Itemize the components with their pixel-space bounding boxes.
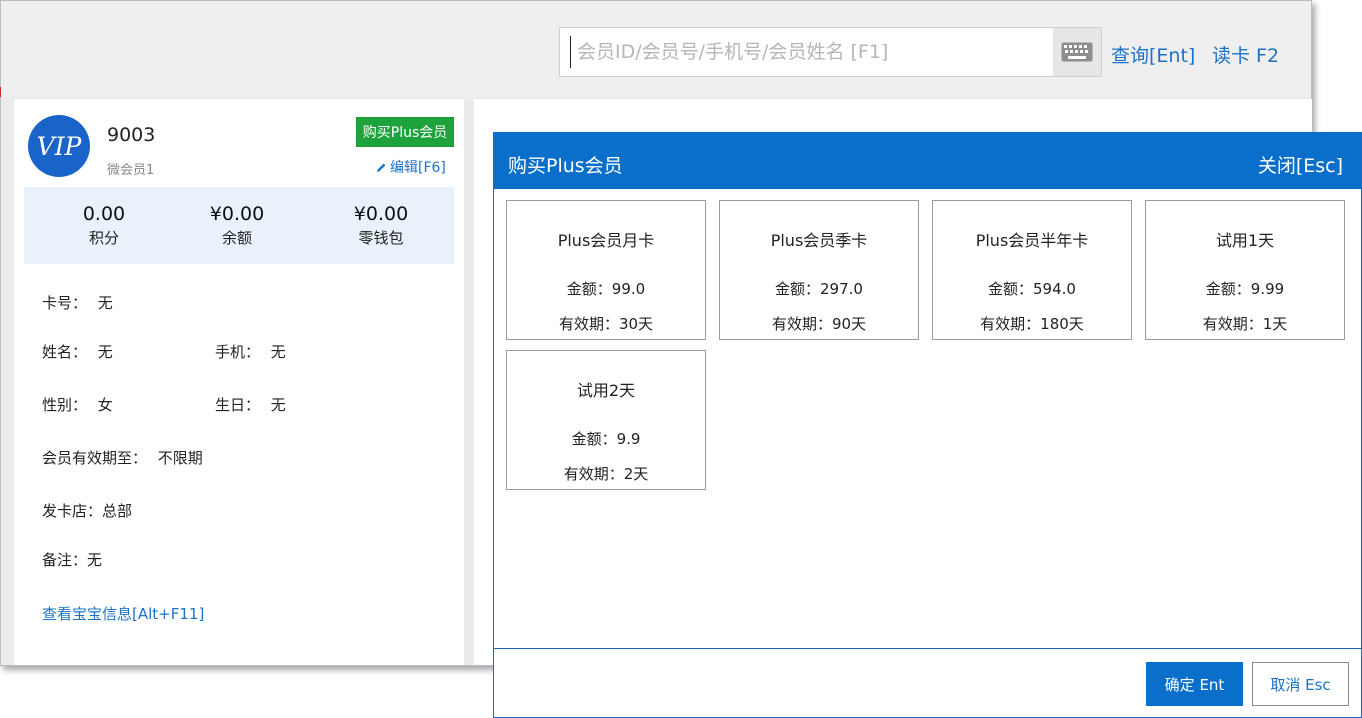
expiry-value: 不限期	[157, 449, 203, 467]
note-label: 备注：	[42, 551, 88, 569]
member-panel: VIP 9003 微会员1 购买Plus会员 编辑[F6] 0.00 积分 ¥0…	[14, 99, 464, 665]
plan-card[interactable]: Plus会员半年卡 金额：594.0 有效期：180天	[932, 200, 1132, 340]
birthday-row: 生日： 无	[215, 394, 286, 415]
modal-close-button[interactable]: 关闭[Esc]	[1258, 151, 1343, 178]
card-no-value: 无	[97, 294, 113, 312]
plan-card[interactable]: Plus会员季卡 金额：297.0 有效期：90天	[719, 200, 919, 340]
plan-validity: 有效期：30天	[558, 315, 654, 333]
plan-amount: 金额：9.9	[571, 430, 641, 448]
plan-card[interactable]: Plus会员月卡 金额：99.0 有效期：30天	[506, 200, 706, 340]
buy-plus-modal: 购买Plus会员 关闭[Esc] Plus会员月卡 金额：99.0 有效期：30…	[493, 132, 1362, 718]
member-id: 9003	[107, 124, 156, 146]
plan-validity: 有效期：180天	[980, 315, 1084, 333]
read-card-button[interactable]: 读卡 F2	[1212, 41, 1279, 68]
plan-card[interactable]: 试用2天 金额：9.9 有效期：2天	[506, 350, 706, 490]
pencil-icon	[377, 163, 386, 172]
plan-name: 试用1天	[1215, 231, 1275, 250]
buy-plus-button[interactable]: 购买Plus会员	[356, 117, 454, 147]
phone-value: 无	[270, 343, 286, 361]
plan-card[interactable]: 试用1天 金额：9.99 有效期：1天	[1145, 200, 1345, 340]
name-row: 姓名： 无	[42, 341, 113, 362]
plan-validity: 有效期：1天	[1202, 315, 1288, 333]
phone-label: 手机：	[215, 343, 261, 361]
search-input[interactable]	[570, 36, 1050, 68]
plan-validity: 有效期：90天	[771, 315, 867, 333]
expiry-row: 会员有效期至： 不限期	[42, 447, 203, 468]
gender-label: 性别：	[42, 396, 88, 414]
store-value: 总部	[102, 502, 133, 520]
birthday-label: 生日：	[215, 396, 261, 414]
stat-label: 零钱包	[358, 229, 404, 247]
name-label: 姓名：	[42, 343, 88, 361]
stat-wallet: ¥0.00 零钱包	[311, 203, 451, 248]
stat-label: 积分	[88, 229, 119, 247]
plan-amount: 金额：297.0	[775, 280, 863, 298]
confirm-button[interactable]: 确定 Ent	[1146, 662, 1243, 706]
stat-balance: ¥0.00 余额	[167, 203, 307, 248]
card-no-label: 卡号：	[42, 294, 88, 312]
name-value: 无	[97, 343, 113, 361]
edit-label: 编辑[F6]	[390, 160, 446, 176]
plan-name: 试用2天	[576, 381, 636, 400]
modal-title: 购买Plus会员	[508, 155, 623, 177]
phone-row: 手机： 无	[215, 341, 286, 362]
edit-button[interactable]: 编辑[F6]	[376, 157, 446, 177]
note-row: 备注：无	[42, 549, 102, 570]
note-value: 无	[87, 551, 103, 569]
stat-value: ¥0.00	[353, 203, 409, 225]
stat-value: ¥0.00	[209, 203, 265, 225]
stat-value: 0.00	[82, 203, 126, 225]
keyboard-icon	[1061, 42, 1093, 62]
plan-validity: 有效期：2天	[563, 465, 649, 483]
plan-amount: 金额：9.99	[1205, 280, 1285, 298]
modal-header: 购买Plus会员 关闭[Esc]	[494, 133, 1361, 189]
store-label: 发卡店：	[42, 502, 103, 520]
cancel-button[interactable]: 取消 Esc	[1252, 662, 1349, 706]
stats-bar: 0.00 积分 ¥0.00 余额 ¥0.00 零钱包	[24, 187, 454, 264]
baby-info-link[interactable]: 查看宝宝信息[Alt+F11]	[42, 603, 204, 624]
top-bar: 查询[Ent] 读卡 F2	[1, 1, 1311, 97]
query-button[interactable]: 查询[Ent]	[1111, 41, 1195, 68]
plan-name: Plus会员半年卡	[975, 231, 1089, 250]
modal-footer-divider	[494, 648, 1361, 649]
birthday-value: 无	[270, 396, 286, 414]
member-type: 微会员1	[107, 163, 155, 178]
stat-points: 0.00 积分	[34, 203, 174, 248]
stat-label: 余额	[221, 229, 252, 247]
keyboard-button[interactable]	[1053, 28, 1101, 76]
plan-name: Plus会员月卡	[557, 231, 655, 250]
search-box	[559, 27, 1102, 77]
plan-name: Plus会员季卡	[770, 231, 868, 250]
expiry-label: 会员有效期至：	[42, 449, 148, 467]
card-no-row: 卡号： 无	[42, 292, 113, 313]
vip-avatar: VIP	[28, 115, 90, 177]
plan-amount: 金额：594.0	[988, 280, 1076, 298]
gender-row: 性别： 女	[42, 394, 113, 415]
plan-amount: 金额：99.0	[566, 280, 646, 298]
gender-value: 女	[97, 396, 113, 414]
store-row: 发卡店：总部	[42, 500, 132, 521]
